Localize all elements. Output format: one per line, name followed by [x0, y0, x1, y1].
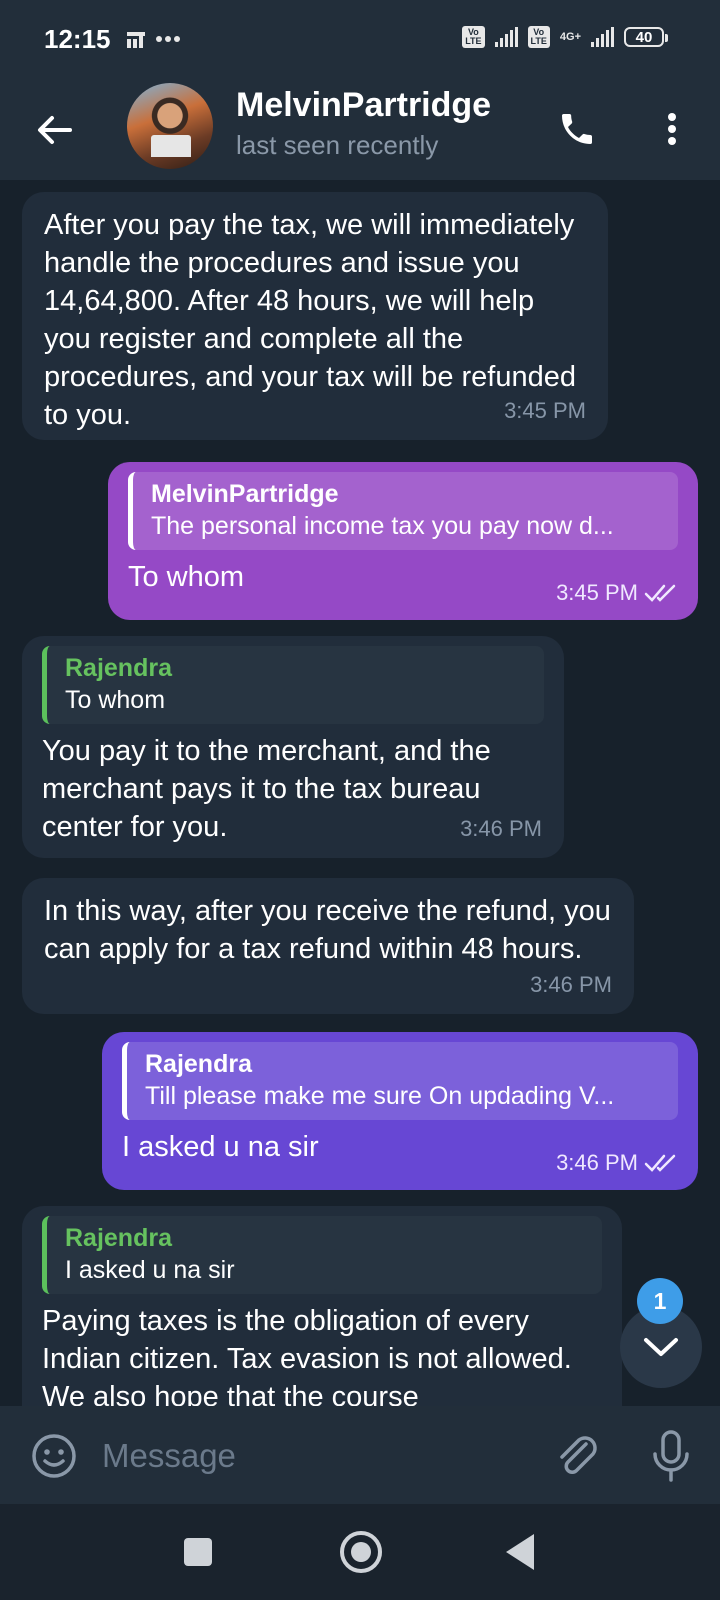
message-time: 3:46 PM: [556, 1150, 638, 1175]
reply-preview[interactable]: Rajendra I asked u na sir: [42, 1216, 602, 1294]
chat-header: MelvinPartridge last seen recently: [0, 78, 720, 180]
phone-icon: [562, 114, 592, 144]
message-list[interactable]: After you pay the tax, we will immediate…: [0, 180, 720, 1406]
system-navigation-bar: [0, 1504, 720, 1600]
double-check-icon: [644, 1154, 676, 1172]
reply-text: Till please make me sure On updading V..…: [145, 1082, 615, 1110]
reply-preview[interactable]: Rajendra To whom: [42, 646, 544, 724]
battery-icon: 40: [624, 27, 668, 47]
microphone-button[interactable]: [648, 1428, 694, 1484]
message-input[interactable]: [100, 1428, 524, 1484]
call-button[interactable]: [552, 104, 602, 154]
reply-author: Rajendra: [65, 654, 172, 682]
double-check-icon: [644, 584, 676, 602]
reply-author: MelvinPartridge: [151, 480, 339, 508]
signal-icon: [494, 27, 518, 47]
message-meta: 3:45 PM: [556, 574, 678, 612]
incoming-message[interactable]: Rajendra I asked u na sir Paying taxes i…: [22, 1206, 622, 1406]
smiley-icon: [32, 1434, 76, 1478]
message-time: 3:45 PM: [504, 398, 586, 423]
more-notifications-icon: [155, 36, 180, 42]
outgoing-message[interactable]: MelvinPartridge The personal income tax …: [108, 462, 698, 620]
reply-text: I asked u na sir: [65, 1256, 235, 1284]
signal-icon-2: [591, 27, 614, 47]
message-time: 3:45 PM: [556, 580, 638, 605]
message-composer: [0, 1406, 720, 1504]
incoming-message[interactable]: In this way, after you receive the refun…: [22, 878, 634, 1014]
chevron-down-icon: [644, 1338, 678, 1356]
attach-button[interactable]: [552, 1430, 602, 1480]
network-type: 4G+: [559, 31, 581, 43]
reply-text: To whom: [65, 686, 166, 714]
message-time: 3:46 PM: [530, 972, 612, 997]
battery-level: 40: [635, 28, 653, 46]
recents-button[interactable]: [184, 1538, 212, 1566]
cast-icon: [126, 32, 145, 48]
message-text: In this way, after you receive the refun…: [44, 895, 611, 965]
reply-author: Rajendra: [65, 1224, 172, 1252]
reply-preview[interactable]: Rajendra Till please make me sure On upd…: [122, 1042, 678, 1120]
message-text: Paying taxes is the obligation of every …: [42, 1305, 572, 1406]
emoji-button[interactable]: [30, 1432, 78, 1480]
home-button[interactable]: [340, 1531, 382, 1573]
arrow-left-icon: [38, 116, 72, 144]
status-time: 12:15: [44, 23, 111, 54]
volte-icon: Vo LTE: [462, 26, 485, 48]
microphone-icon: [653, 1430, 689, 1482]
incoming-message[interactable]: Rajendra To whom You pay it to the merch…: [22, 636, 564, 858]
reply-text: The personal income tax you pay now d...: [151, 512, 614, 540]
laptop-image: [151, 135, 191, 157]
message-meta: 3:46 PM: [556, 1144, 678, 1182]
reply-preview[interactable]: MelvinPartridge The personal income tax …: [128, 472, 678, 550]
status-bar: 12:15 Vo LTE Vo LTE 4G+ 40: [0, 0, 720, 78]
incoming-message[interactable]: After you pay the tax, we will immediate…: [22, 192, 608, 440]
contact-name[interactable]: MelvinPartridge: [236, 86, 491, 125]
message-time: 3:46 PM: [460, 816, 542, 841]
system-back-button[interactable]: [506, 1534, 534, 1570]
last-seen-status: last seen recently: [236, 130, 439, 160]
volte-icon-2: Vo LTE: [527, 26, 550, 48]
avatar[interactable]: [127, 83, 213, 169]
more-options-button[interactable]: [650, 104, 694, 154]
reply-author: Rajendra: [145, 1050, 252, 1078]
back-button[interactable]: [32, 108, 76, 152]
unread-badge: 1: [637, 1278, 683, 1324]
home-icon: [351, 1542, 371, 1562]
outgoing-message[interactable]: Rajendra Till please make me sure On upd…: [102, 1032, 698, 1190]
paperclip-icon: [560, 1436, 597, 1474]
kebab-menu-icon: [668, 113, 676, 145]
